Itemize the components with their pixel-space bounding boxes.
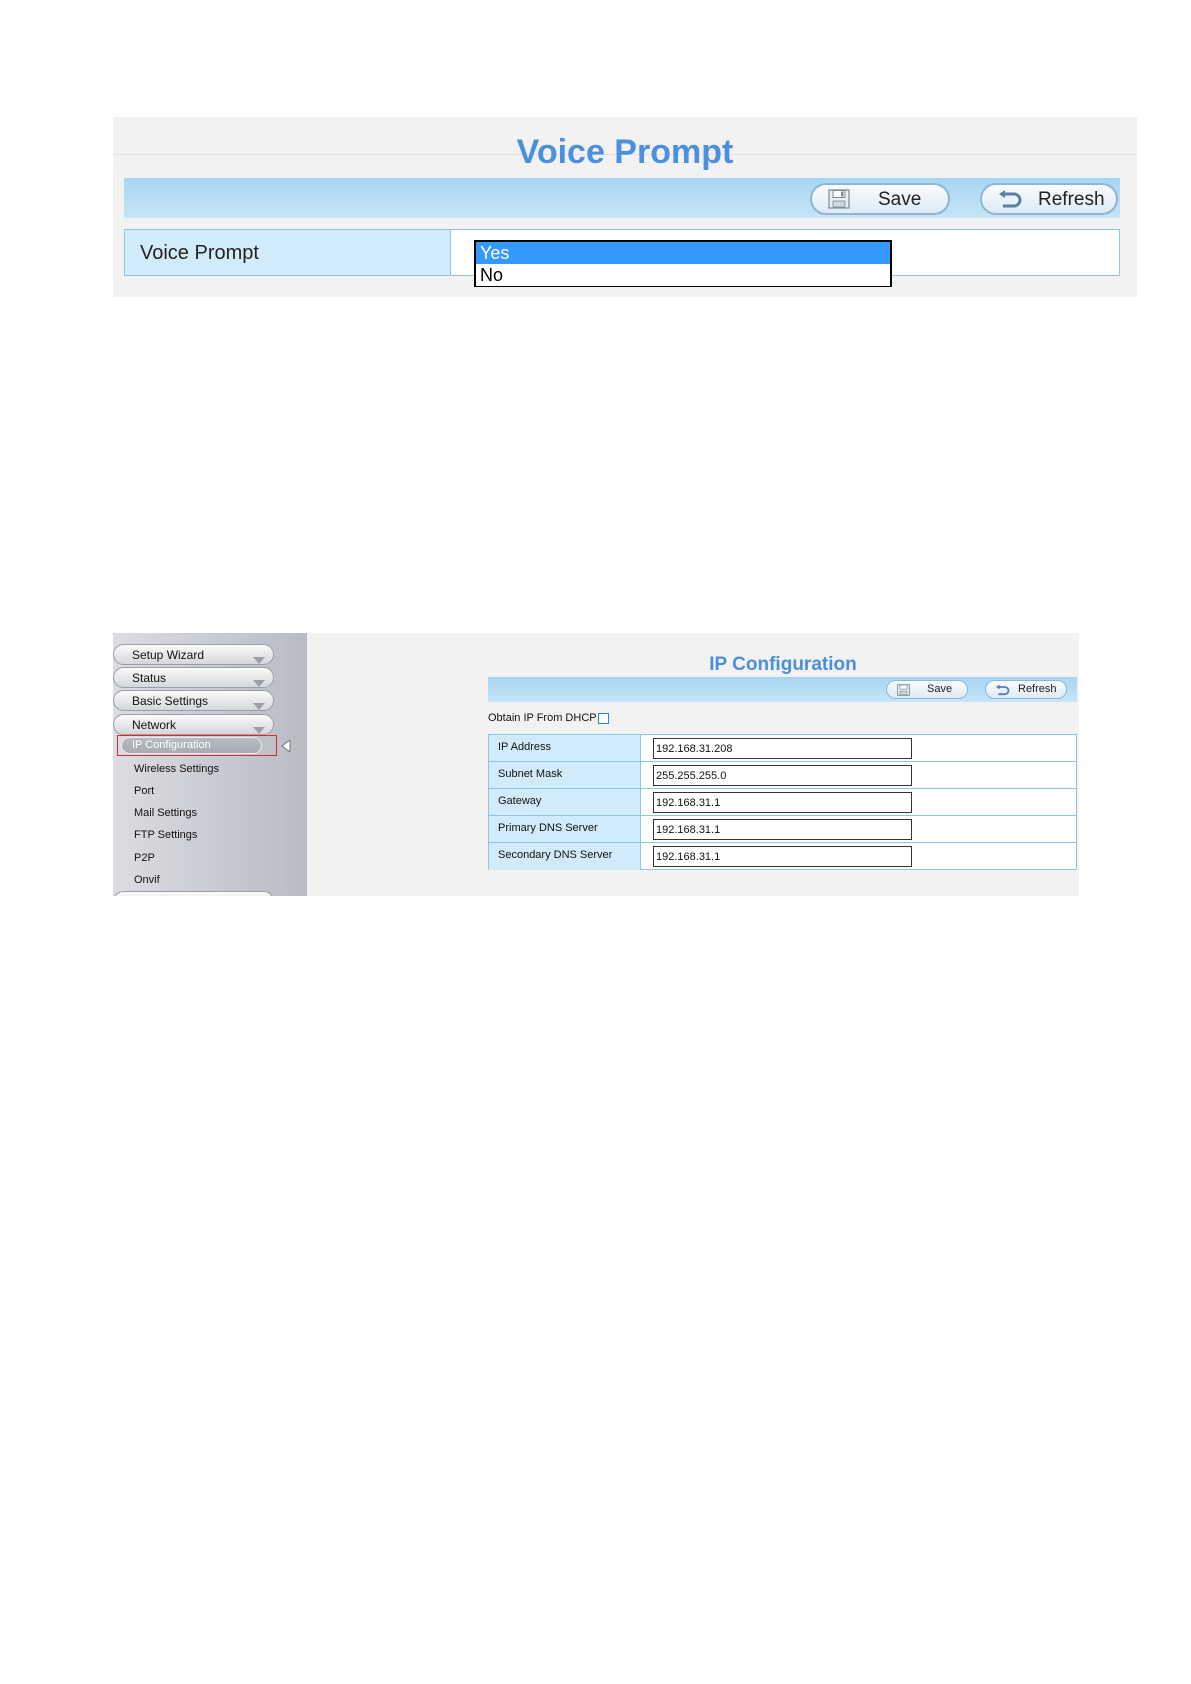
sidebar-item-network[interactable]: Network [113, 714, 274, 735]
sidebar: Setup Wizard Status Basic Settings Netwo… [113, 633, 307, 896]
sidebar-item-basic-settings[interactable]: Basic Settings [113, 690, 274, 711]
field-label-cell: Secondary DNS Server [489, 843, 641, 870]
active-pointer-icon [281, 739, 291, 757]
primary-dns-input[interactable]: 192.168.31.1 [653, 819, 912, 840]
table-row: Primary DNS Server 192.168.31.1 [489, 816, 1076, 843]
sidebar-item-setup-wizard[interactable]: Setup Wizard [113, 644, 274, 665]
subnet-mask-label: Subnet Mask [498, 768, 563, 780]
save-button-label: Save [927, 683, 953, 695]
secondary-dns-label: Secondary DNS Server [498, 849, 613, 861]
sidebar-item-label: Network [132, 718, 177, 732]
table-row: IP Address 192.168.31.208 [489, 735, 1076, 762]
table-row: Gateway 192.168.31.1 [489, 789, 1076, 816]
save-button[interactable]: Save [886, 680, 968, 699]
sidebar-item-label: Setup Wizard [132, 648, 205, 662]
table-row: Secondary DNS Server 192.168.31.1 [489, 843, 1076, 870]
chevron-down-icon [253, 697, 265, 715]
option-no[interactable]: No [476, 264, 890, 286]
field-label-cell: Gateway [489, 789, 641, 815]
voice-prompt-panel: Voice Prompt Save Refresh Voice Prompt Y… [113, 117, 1137, 297]
voice-prompt-label-cell: Voice Prompt [125, 230, 451, 275]
subnet-mask-input[interactable]: 255.255.255.0 [653, 765, 912, 786]
ip-configuration-panel: Setup Wizard Status Basic Settings Netwo… [113, 633, 1079, 896]
toolbar: Save Refresh [488, 677, 1077, 702]
refresh-button-label: Refresh [1038, 189, 1105, 210]
page-title: IP Configuration [709, 654, 857, 675]
floppy-disk-icon [828, 189, 850, 214]
sidebar-subitem-mail-settings[interactable]: Mail Settings [134, 807, 197, 819]
sidebar-item-status[interactable]: Status [113, 667, 274, 688]
refresh-button-label: Refresh [1018, 683, 1057, 695]
table-row: Subnet Mask 255.255.255.0 [489, 762, 1076, 789]
field-label-cell: Subnet Mask [489, 762, 641, 788]
gateway-label: Gateway [498, 795, 542, 807]
sidebar-item-label: Status [132, 671, 167, 685]
dhcp-checkbox[interactable] [598, 713, 609, 724]
ip-settings-table: IP Address 192.168.31.208 Subnet Mask 25… [488, 734, 1077, 870]
sidebar-item-label: Basic Settings [132, 694, 209, 708]
field-label-cell: IP Address [489, 735, 641, 761]
field-label-cell: Primary DNS Server [489, 816, 641, 842]
sidebar-subitem-p2p[interactable]: P2P [134, 852, 155, 864]
sidebar-subitem-onvif[interactable]: Onvif [134, 874, 160, 886]
voice-prompt-row: Voice Prompt Yes No [124, 229, 1120, 287]
page-title: Voice Prompt [516, 133, 734, 171]
save-button[interactable]: Save [810, 183, 950, 215]
refresh-arrow-icon [996, 189, 1024, 214]
sidebar-subitem-ip-configuration[interactable]: IP Configuration [121, 737, 262, 754]
gateway-input[interactable]: 192.168.31.1 [653, 792, 912, 813]
refresh-arrow-icon [994, 683, 1011, 701]
toolbar: Save Refresh [124, 178, 1120, 218]
voice-prompt-dropdown-list[interactable]: Yes No [474, 240, 892, 287]
primary-dns-label: Primary DNS Server [498, 822, 598, 834]
refresh-button[interactable]: Refresh [985, 680, 1067, 699]
sidebar-subitem-port[interactable]: Port [134, 785, 154, 797]
sidebar-subitem-label: IP Configuration [132, 739, 211, 751]
sidebar-subitem-wireless-settings[interactable]: Wireless Settings [134, 763, 219, 775]
ip-address-label: IP Address [498, 741, 551, 753]
dhcp-label: Obtain IP From DHCP [488, 712, 597, 724]
floppy-disk-icon [897, 683, 910, 701]
refresh-button[interactable]: Refresh [980, 183, 1118, 215]
ip-address-input[interactable]: 192.168.31.208 [653, 738, 912, 759]
sidebar-item-next[interactable] [113, 891, 274, 896]
sidebar-subitem-ftp-settings[interactable]: FTP Settings [134, 829, 197, 841]
voice-prompt-label: Voice Prompt [140, 242, 259, 264]
save-button-label: Save [878, 189, 922, 210]
secondary-dns-input[interactable]: 192.168.31.1 [653, 846, 912, 867]
option-yes[interactable]: Yes [476, 242, 890, 264]
